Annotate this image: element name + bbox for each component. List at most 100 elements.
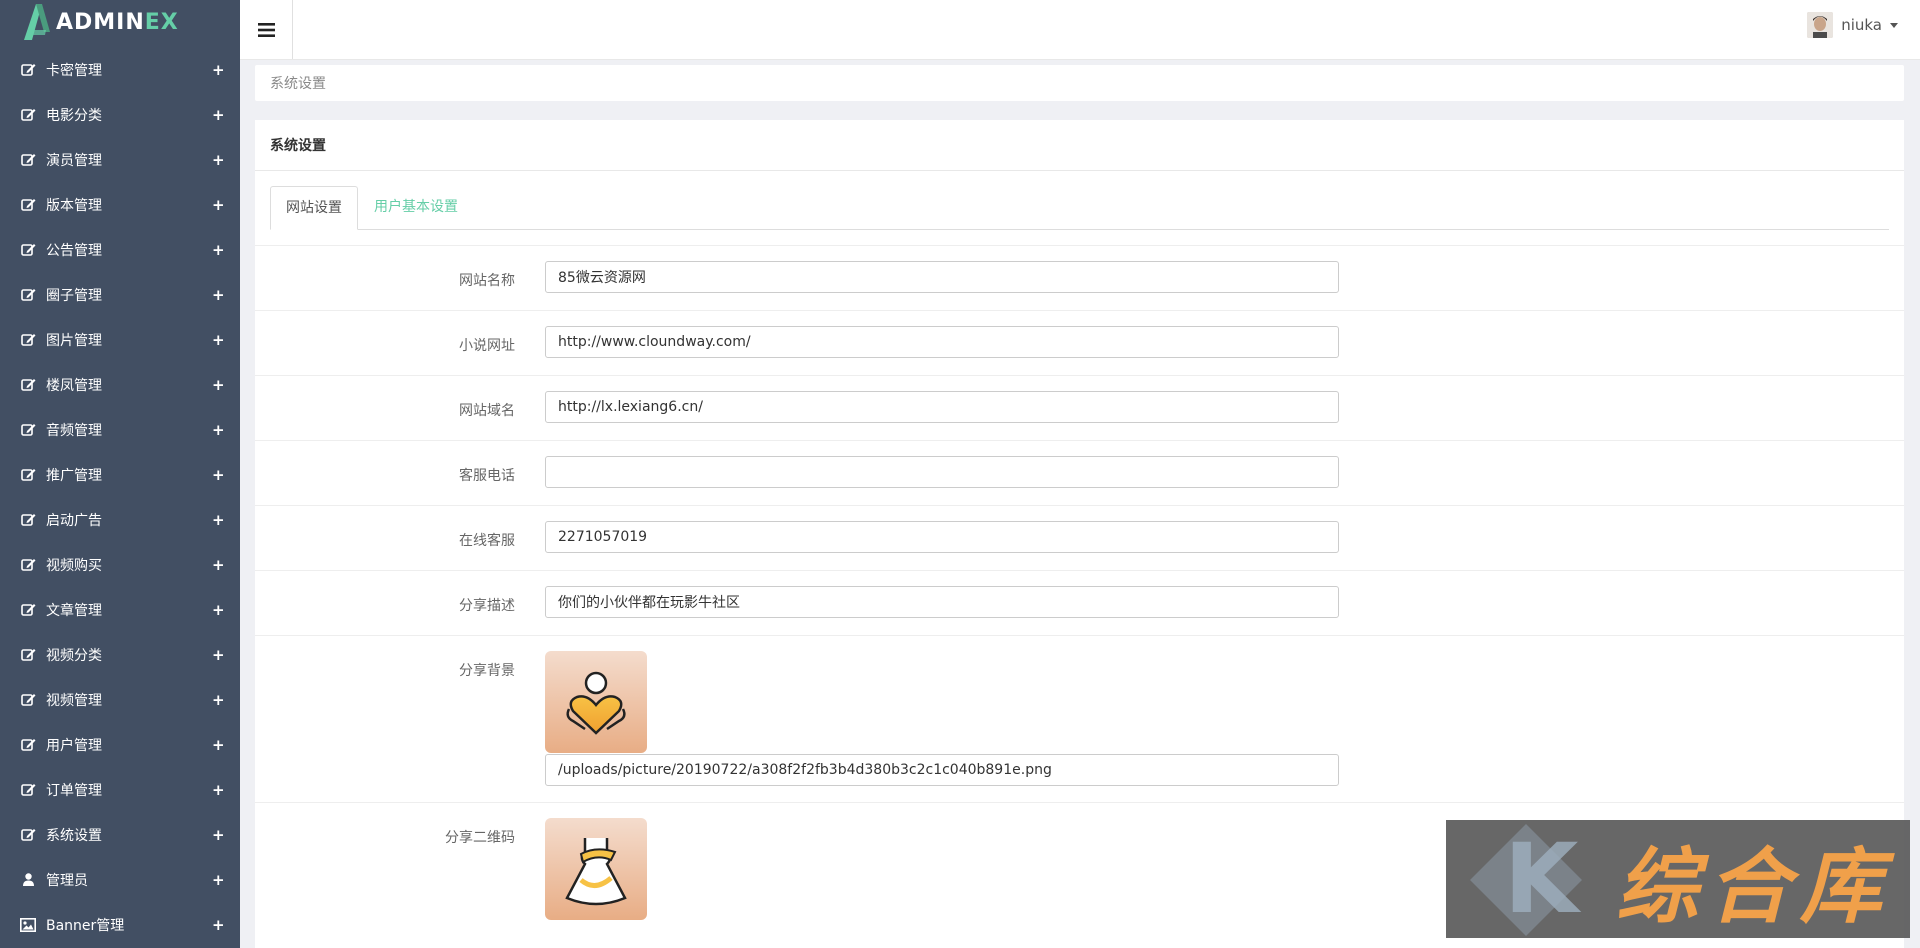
expand-plus-icon[interactable]: + <box>212 646 225 664</box>
watermark-text: 综合库 <box>1616 839 1892 935</box>
expand-plus-icon[interactable]: + <box>212 421 225 439</box>
site-domain-input[interactable] <box>545 391 1339 423</box>
sidebar-item[interactable]: 视频购买 + <box>0 542 240 587</box>
sidebar-item[interactable]: 卡密管理 + <box>0 47 240 92</box>
user-menu[interactable]: niuka <box>1807 12 1898 38</box>
image-icon <box>20 917 36 933</box>
expand-plus-icon[interactable]: + <box>212 556 225 574</box>
share-qr-image[interactable] <box>545 818 647 920</box>
expand-plus-icon[interactable]: + <box>212 106 225 124</box>
sidebar-item[interactable]: 视频分类 + <box>0 632 240 677</box>
form-row-service-phone: 客服电话 <box>255 440 1904 505</box>
sidebar-item[interactable]: 文章管理 + <box>0 587 240 632</box>
sidebar-item-label: 演员管理 <box>46 152 102 169</box>
expand-plus-icon[interactable]: + <box>212 736 225 754</box>
sidebar-item[interactable]: Banner管理 + <box>0 902 240 947</box>
sidebar-item-label: 图片管理 <box>46 332 102 349</box>
edit-icon <box>20 737 36 753</box>
novel-url-input[interactable] <box>545 326 1339 358</box>
tab-bar: 网站设置 用户基本设置 <box>270 186 1889 230</box>
tab-user-basic-settings[interactable]: 用户基本设置 <box>359 186 473 228</box>
expand-plus-icon[interactable]: + <box>212 781 225 799</box>
sidebar-item-label: 楼凤管理 <box>46 377 102 394</box>
sidebar-item[interactable]: 订单管理 + <box>0 767 240 812</box>
tab-site-settings[interactable]: 网站设置 <box>270 186 358 230</box>
expand-plus-icon[interactable]: + <box>212 331 225 349</box>
expand-plus-icon[interactable]: + <box>212 916 225 934</box>
breadcrumb: 系统设置 <box>255 65 1904 101</box>
breadcrumb-item: 系统设置 <box>270 76 326 92</box>
share-desc-input[interactable] <box>545 586 1339 618</box>
expand-plus-icon[interactable]: + <box>212 871 225 889</box>
edit-icon <box>20 107 36 123</box>
share-bg-label: 分享背景 <box>459 663 515 679</box>
logo-text: ADMINEX <box>56 10 179 35</box>
logo-text-main: ADMIN <box>56 9 145 35</box>
user-icon <box>20 872 36 888</box>
edit-icon <box>20 377 36 393</box>
sidebar-item-label: 管理员 <box>46 872 88 889</box>
share-bg-image[interactable] <box>545 651 647 753</box>
sidebar-item[interactable]: 电影分类 + <box>0 92 240 137</box>
sidebar-item[interactable]: 启动广告 + <box>0 497 240 542</box>
watermark: K 综合库 <box>1446 820 1910 938</box>
form-row-site-name: 网站名称 <box>255 245 1904 310</box>
form-row-site-domain: 网站域名 <box>255 375 1904 440</box>
sidebar-item[interactable]: 演员管理 + <box>0 137 240 182</box>
form-row-share-desc: 分享描述 <box>255 570 1904 635</box>
expand-plus-icon[interactable]: + <box>212 196 225 214</box>
hamburger-icon <box>257 22 275 37</box>
share-bg-path-input[interactable] <box>545 754 1339 786</box>
site-name-input[interactable] <box>545 261 1339 293</box>
sidebar-item[interactable]: 系统设置 + <box>0 812 240 857</box>
sidebar-item[interactable]: 版本管理 + <box>0 182 240 227</box>
form-row-online-service: 在线客服 <box>255 505 1904 570</box>
sidebar-item-label: Banner管理 <box>46 917 125 934</box>
form-row-share-bg: 分享背景 <box>255 635 1904 802</box>
service-phone-label: 客服电话 <box>459 468 515 484</box>
expand-plus-icon[interactable]: + <box>212 691 225 709</box>
menu-toggle-button[interactable] <box>240 0 293 59</box>
logo[interactable]: ADMINEX <box>0 0 240 44</box>
site-name-label: 网站名称 <box>459 273 515 289</box>
sidebar-item[interactable]: 公告管理 + <box>0 227 240 272</box>
expand-plus-icon[interactable]: + <box>212 511 225 529</box>
expand-plus-icon[interactable]: + <box>212 826 225 844</box>
sidebar-item-label: 卡密管理 <box>46 62 102 79</box>
sidebar-item[interactable]: 管理员 + <box>0 857 240 902</box>
share-desc-label: 分享描述 <box>459 598 515 614</box>
online-service-input[interactable] <box>545 521 1339 553</box>
form-row-novel-url: 小说网址 <box>255 310 1904 375</box>
site-domain-label: 网站域名 <box>459 403 515 419</box>
sidebar-item[interactable]: 圈子管理 + <box>0 272 240 317</box>
sidebar-item[interactable]: 推广管理 + <box>0 452 240 497</box>
online-service-label: 在线客服 <box>459 533 515 549</box>
expand-plus-icon[interactable]: + <box>212 241 225 259</box>
edit-icon <box>20 512 36 528</box>
edit-icon <box>20 827 36 843</box>
service-phone-input[interactable] <box>545 456 1339 488</box>
sidebar-item[interactable]: 音频管理 + <box>0 407 240 452</box>
edit-icon <box>20 242 36 258</box>
expand-plus-icon[interactable]: + <box>212 286 225 304</box>
sidebar-item[interactable]: 用户管理 + <box>0 722 240 767</box>
edit-icon <box>20 287 36 303</box>
expand-plus-icon[interactable]: + <box>212 61 225 79</box>
expand-plus-icon[interactable]: + <box>212 376 225 394</box>
edit-icon <box>20 782 36 798</box>
logo-mark-icon <box>24 4 50 40</box>
edit-icon <box>20 62 36 78</box>
sidebar-item-label: 系统设置 <box>46 827 102 844</box>
sidebar-item[interactable]: 视频管理 + <box>0 677 240 722</box>
expand-plus-icon[interactable]: + <box>212 601 225 619</box>
sidebar-item-label: 版本管理 <box>46 197 102 214</box>
expand-plus-icon[interactable]: + <box>212 151 225 169</box>
sidebar-item-label: 圈子管理 <box>46 287 102 304</box>
sidebar-item-label: 电影分类 <box>46 107 102 124</box>
sidebar-item-label: 订单管理 <box>46 782 102 799</box>
edit-icon <box>20 692 36 708</box>
sidebar-item[interactable]: 图片管理 + <box>0 317 240 362</box>
sidebar-item[interactable]: 楼凤管理 + <box>0 362 240 407</box>
expand-plus-icon[interactable]: + <box>212 466 225 484</box>
edit-icon <box>20 647 36 663</box>
